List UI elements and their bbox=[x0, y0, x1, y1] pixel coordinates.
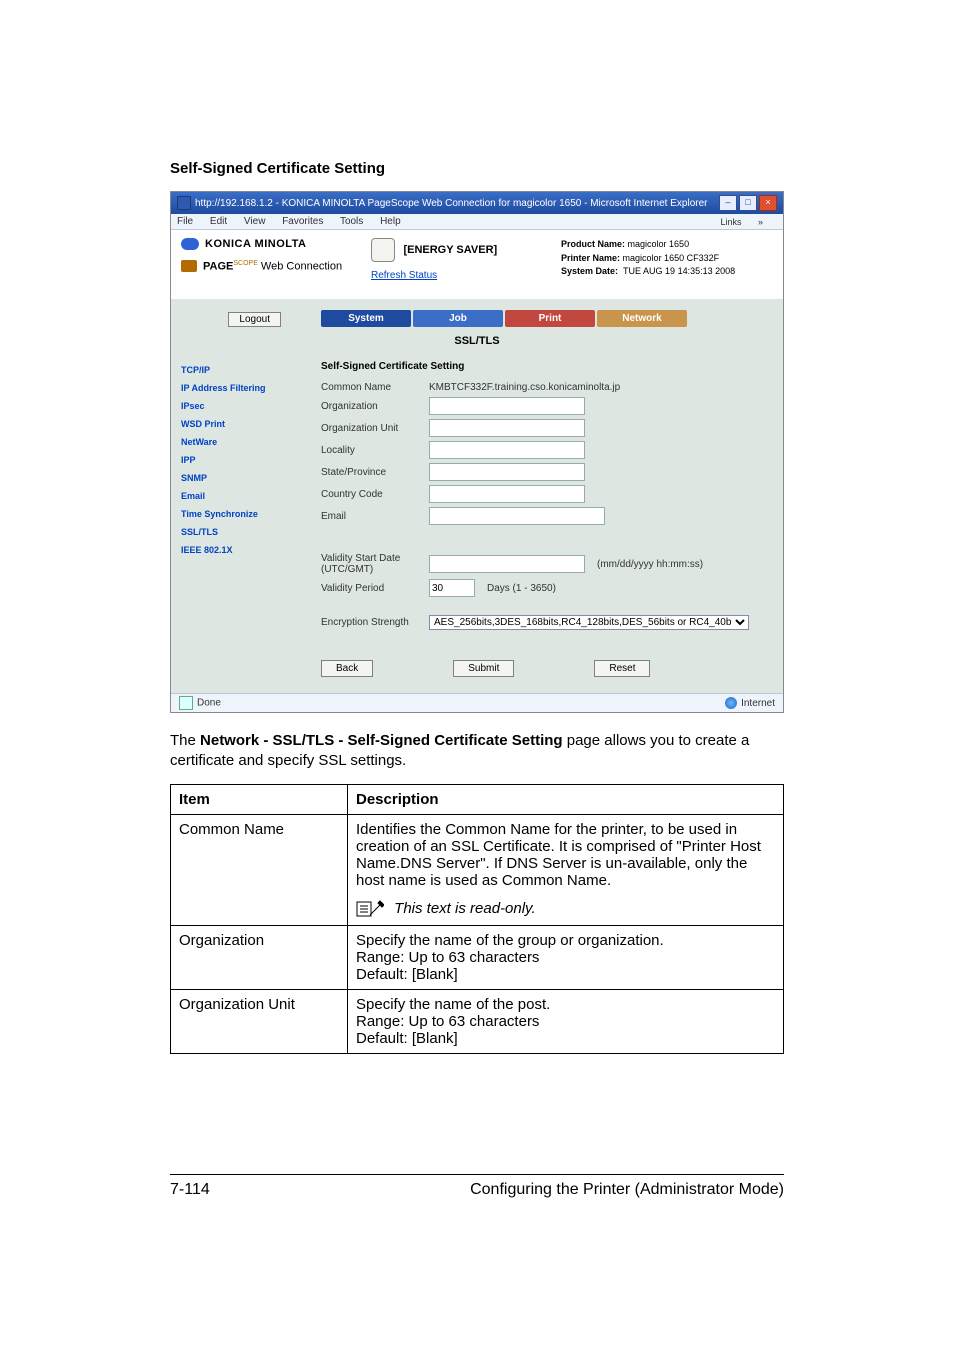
cell-desc: Specify the name of the post. Range: Up … bbox=[348, 989, 784, 1053]
note-icon bbox=[356, 899, 384, 919]
sidebar-item-timesync[interactable]: Time Synchronize bbox=[181, 505, 321, 523]
org-unit-input[interactable] bbox=[429, 419, 585, 437]
cell-note: This text is read-only. bbox=[394, 899, 535, 916]
validity-start-input[interactable] bbox=[429, 555, 585, 573]
org-unit-label: Organization Unit bbox=[321, 423, 421, 434]
table-row: Organization Unit Specify the name of th… bbox=[171, 989, 784, 1053]
printer-status-icon bbox=[371, 238, 395, 262]
zone-text: Internet bbox=[741, 698, 775, 709]
th-desc: Description bbox=[348, 784, 784, 814]
state-input[interactable] bbox=[429, 463, 585, 481]
sidebar-item-email[interactable]: Email bbox=[181, 487, 321, 505]
cell-item: Organization bbox=[171, 925, 348, 989]
sidebar: TCP/IP IP Address Filtering IPsec WSD Pr… bbox=[181, 361, 321, 677]
minimize-button[interactable]: – bbox=[719, 195, 737, 211]
brand-name: KONICA MINOLTA bbox=[205, 238, 307, 250]
table-row: Organization Specify the name of the gro… bbox=[171, 925, 784, 989]
window-titlebar: http://192.168.1.2 - KONICA MINOLTA Page… bbox=[171, 192, 783, 214]
validity-start-label: Validity Start Date (UTC/GMT) bbox=[321, 553, 421, 575]
validity-period-input[interactable] bbox=[429, 579, 475, 597]
product-info: Product Name: magicolor 1650 Printer Nam… bbox=[561, 238, 735, 281]
sidebar-item-tcpip[interactable]: TCP/IP bbox=[181, 361, 321, 379]
km-logo-icon bbox=[181, 238, 199, 250]
cell-item: Common Name bbox=[171, 814, 348, 925]
sidebar-item-wsd[interactable]: WSD Print bbox=[181, 415, 321, 433]
th-item: Item bbox=[171, 784, 348, 814]
menu-tools[interactable]: Tools bbox=[340, 216, 363, 227]
cell-item: Organization Unit bbox=[171, 989, 348, 1053]
menu-file[interactable]: File bbox=[177, 216, 193, 227]
email-label: Email bbox=[321, 511, 421, 522]
table-row: Common Name Identifies the Common Name f… bbox=[171, 814, 784, 925]
status-text: Done bbox=[197, 698, 221, 709]
email-input[interactable] bbox=[429, 507, 605, 525]
common-name-label: Common Name bbox=[321, 382, 421, 393]
reset-button[interactable]: Reset bbox=[594, 660, 650, 677]
page-number: 7-114 bbox=[170, 1181, 210, 1199]
globe-icon bbox=[725, 697, 737, 709]
menu-favorites[interactable]: Favorites bbox=[282, 216, 323, 227]
logout-button[interactable]: Logout bbox=[228, 312, 281, 327]
ie-icon bbox=[177, 196, 191, 210]
menu-help[interactable]: Help bbox=[380, 216, 401, 227]
section-title: Self-Signed Certificate Setting bbox=[170, 160, 784, 177]
sidebar-item-netware[interactable]: NetWare bbox=[181, 433, 321, 451]
done-icon bbox=[179, 696, 193, 710]
common-name-value: KMBTCF332F.training.cso.konicaminolta.jp bbox=[429, 382, 620, 393]
pagescope-text: PAGESCOPE Web Connection bbox=[203, 260, 342, 273]
tab-print[interactable]: Print bbox=[505, 310, 595, 327]
locality-label: Locality bbox=[321, 445, 421, 456]
locality-input[interactable] bbox=[429, 441, 585, 459]
refresh-status-link[interactable]: Refresh Status bbox=[371, 270, 521, 281]
organization-label: Organization bbox=[321, 401, 421, 412]
country-input[interactable] bbox=[429, 485, 585, 503]
statusbar: Done Internet bbox=[171, 693, 783, 712]
cell-desc: Identifies the Common Name for the print… bbox=[348, 814, 784, 925]
back-button[interactable]: Back bbox=[321, 660, 373, 677]
sidebar-item-ssltls[interactable]: SSL/TLS bbox=[181, 523, 321, 541]
maximize-button[interactable]: □ bbox=[739, 195, 757, 211]
validity-period-hint: Days (1 - 3650) bbox=[487, 583, 556, 594]
description-table: Item Description Common Name Identifies … bbox=[170, 784, 784, 1054]
sidebar-item-snmp[interactable]: SNMP bbox=[181, 469, 321, 487]
country-label: Country Code bbox=[321, 489, 421, 500]
browser-window: http://192.168.1.2 - KONICA MINOLTA Page… bbox=[170, 191, 784, 713]
cell-desc: Specify the name of the group or organiz… bbox=[348, 925, 784, 989]
sidebar-item-ipp[interactable]: IPP bbox=[181, 451, 321, 469]
footer-title: Configuring the Printer (Administrator M… bbox=[470, 1181, 784, 1199]
encryption-select[interactable]: AES_256bits,3DES_168bits,RC4_128bits,DES… bbox=[429, 615, 749, 630]
tab-job[interactable]: Job bbox=[413, 310, 503, 327]
tab-system[interactable]: System bbox=[321, 310, 411, 327]
intro-paragraph: The Network - SSL/TLS - Self-Signed Cert… bbox=[170, 731, 784, 772]
validity-start-hint: (mm/dd/yyyy hh:mm:ss) bbox=[597, 559, 703, 570]
sidebar-item-ieee8021x[interactable]: IEEE 802.1X bbox=[181, 541, 321, 559]
page-footer: 7-114 Configuring the Printer (Administr… bbox=[170, 1174, 784, 1199]
page-header: KONICA MINOLTA PAGESCOPE Web Connection … bbox=[171, 230, 783, 299]
menubar: File Edit View Favorites Tools Help Link… bbox=[171, 214, 783, 230]
submit-button[interactable]: Submit bbox=[453, 660, 514, 677]
encryption-label: Encryption Strength bbox=[321, 617, 421, 628]
pagescope-icon bbox=[181, 260, 197, 272]
links-chevron-icon[interactable]: » bbox=[758, 217, 763, 227]
menu-edit[interactable]: Edit bbox=[210, 216, 227, 227]
subpage-title: SSL/TLS bbox=[181, 335, 773, 347]
form-heading: Self-Signed Certificate Setting bbox=[321, 361, 773, 372]
window-title: http://192.168.1.2 - KONICA MINOLTA Page… bbox=[195, 198, 707, 209]
menu-view[interactable]: View bbox=[244, 216, 266, 227]
validity-period-label: Validity Period bbox=[321, 583, 421, 594]
energy-status: [ENERGY SAVER] bbox=[403, 244, 497, 256]
links-label[interactable]: Links bbox=[720, 217, 741, 227]
state-label: State/Province bbox=[321, 467, 421, 478]
tab-network[interactable]: Network bbox=[597, 310, 687, 327]
sidebar-item-ipsec[interactable]: IPsec bbox=[181, 397, 321, 415]
sidebar-item-ipfilter[interactable]: IP Address Filtering bbox=[181, 379, 321, 397]
close-button[interactable]: × bbox=[759, 195, 777, 211]
organization-input[interactable] bbox=[429, 397, 585, 415]
